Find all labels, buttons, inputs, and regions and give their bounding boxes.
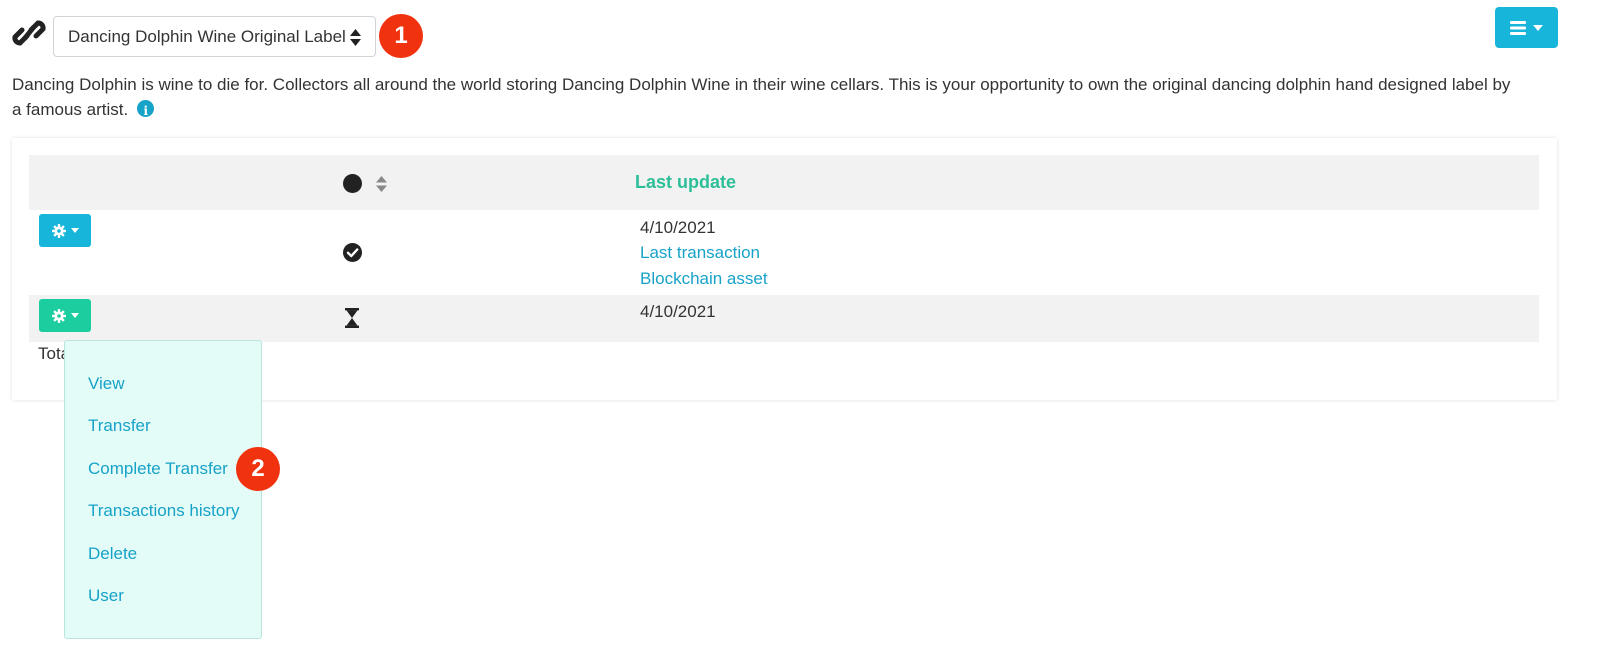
menu-item-transactions-history[interactable]: Transactions history: [88, 501, 239, 521]
column-header-last-update[interactable]: Last update: [635, 172, 736, 193]
asset-select[interactable]: Dancing Dolphin Wine Original Label: [53, 16, 376, 57]
row-actions-dropdown: View Transfer Complete Transfer Transact…: [64, 340, 262, 639]
step-badge-2: 2: [236, 447, 280, 491]
step-badge-1: 1: [379, 14, 423, 58]
blockchain-asset-link[interactable]: Blockchain asset: [640, 269, 768, 289]
menu-item-transfer[interactable]: Transfer: [88, 416, 151, 436]
caret-down-icon: [70, 313, 79, 318]
check-circle-icon: [343, 243, 362, 262]
info-icon[interactable]: [137, 99, 155, 124]
status-column-icon: [343, 174, 362, 193]
menu-item-user[interactable]: User: [88, 586, 124, 606]
menu-item-complete-transfer[interactable]: Complete Transfer: [88, 459, 228, 479]
top-bar: Dancing Dolphin Wine Original Label 1: [0, 0, 1598, 70]
link-icon: [12, 20, 46, 46]
last-transaction-link[interactable]: Last transaction: [640, 243, 760, 263]
table-header: Last update: [29, 155, 1539, 210]
sort-caret-icon: [350, 29, 361, 46]
table-row: 4/10/2021 Last transaction Blockchain as…: [29, 210, 1539, 295]
caret-down-icon: [70, 228, 79, 233]
hourglass-icon: [345, 308, 359, 328]
row-actions-button[interactable]: [39, 299, 91, 332]
gear-icon: [51, 308, 66, 323]
main-menu-button[interactable]: [1495, 7, 1558, 48]
gear-icon: [51, 223, 66, 238]
row-actions-button[interactable]: [39, 214, 91, 247]
last-update-date: 4/10/2021: [640, 218, 716, 237]
asset-select-value: Dancing Dolphin Wine Original Label: [68, 26, 346, 46]
menu-item-view[interactable]: View: [88, 374, 125, 394]
menu-item-delete[interactable]: Delete: [88, 544, 137, 564]
description-text: Dancing Dolphin is wine to die for. Coll…: [12, 75, 1511, 119]
table-row: 4/10/2021: [29, 295, 1539, 342]
hamburger-icon: [1510, 20, 1526, 35]
last-update-date: 4/10/2021: [640, 302, 716, 321]
sort-icon[interactable]: [376, 176, 387, 192]
asset-description: Dancing Dolphin is wine to die for. Coll…: [12, 72, 1512, 124]
caret-down-icon: [1533, 24, 1543, 31]
